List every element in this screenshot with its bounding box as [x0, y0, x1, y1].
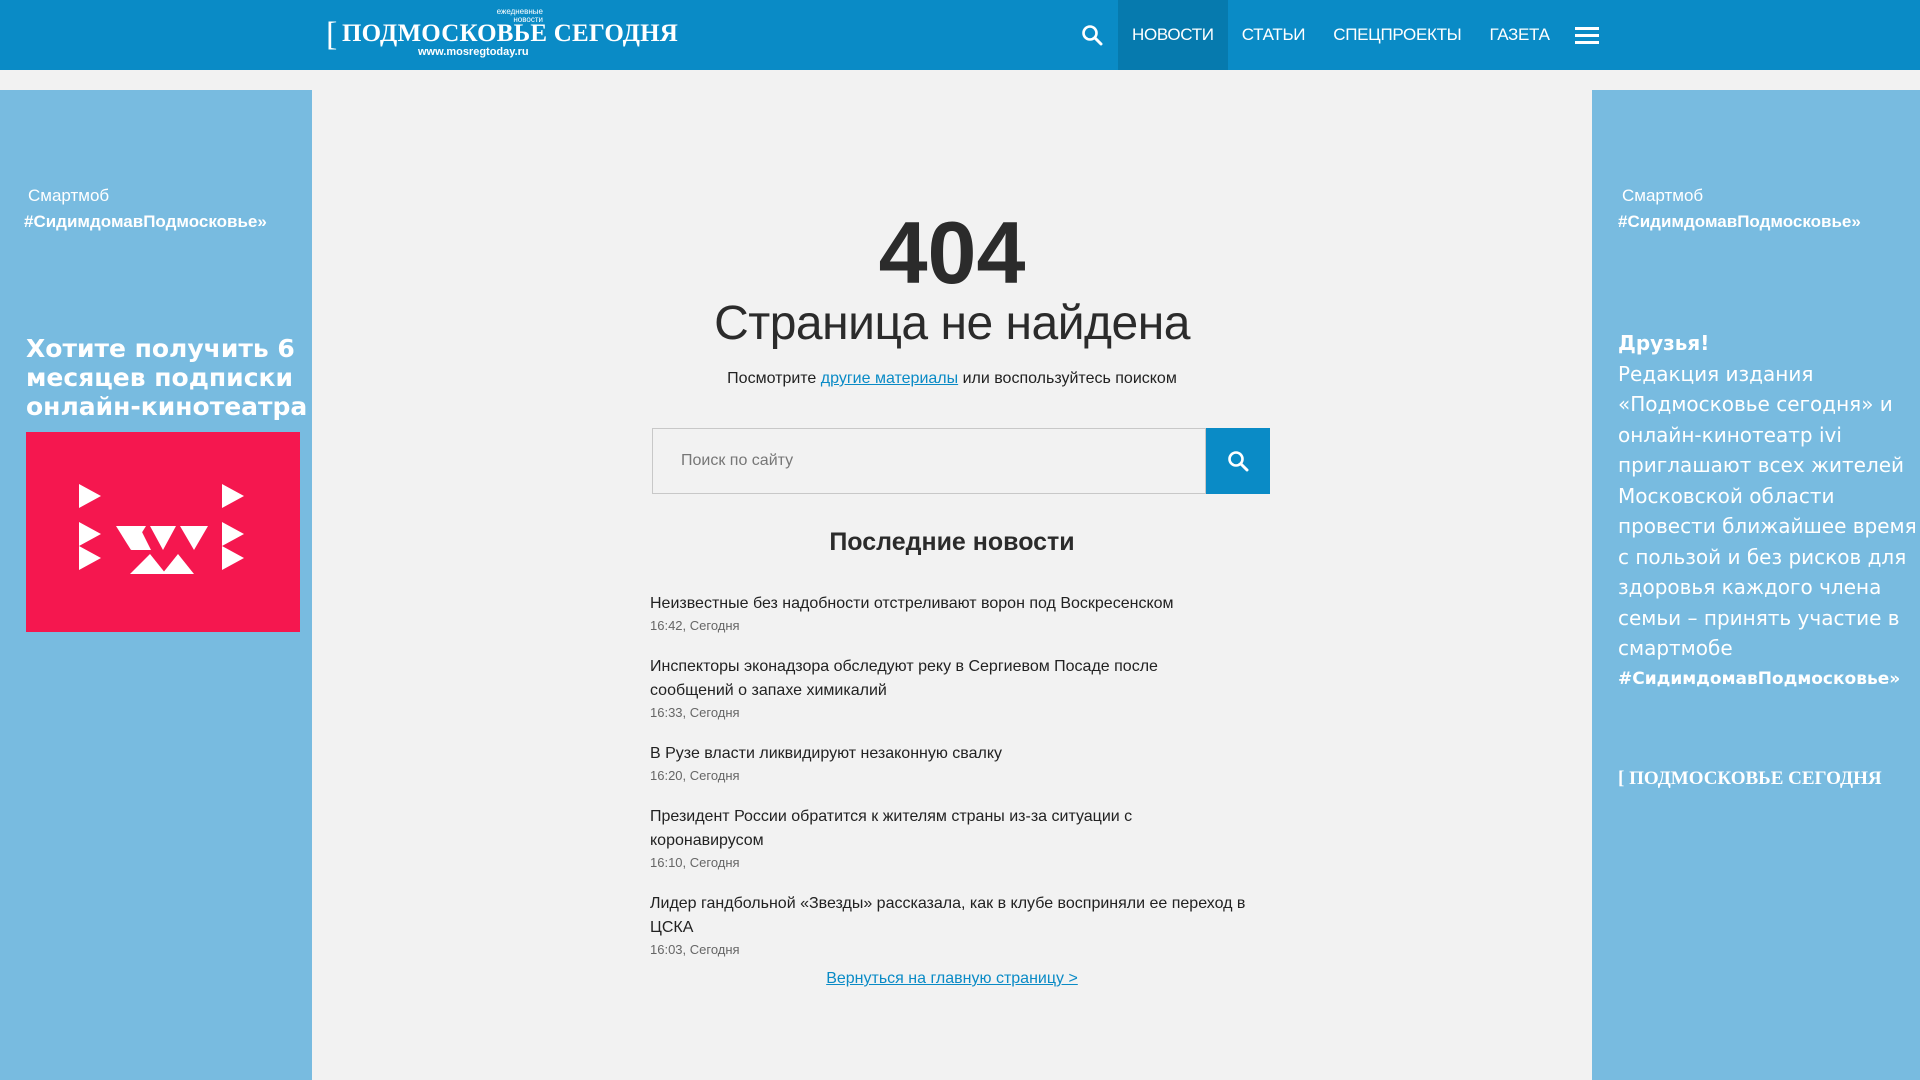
logo-url: www.mosregtoday.ru	[418, 46, 529, 58]
news-item-title[interactable]: Лидер гандбольной «Звезды» рассказала, к…	[650, 892, 1250, 940]
header-search-button[interactable]	[1066, 0, 1118, 70]
news-item-meta: 16:20, Сегодня	[650, 768, 740, 783]
ivi-logo	[26, 432, 300, 632]
site-search-form	[652, 428, 1270, 494]
latest-news-heading: Последние новости	[829, 528, 1075, 556]
news-item: Президент России обратится к жителям стр…	[650, 805, 1270, 870]
right-banner-hashtag: #СидимдомавПодмосковье»	[1618, 212, 1861, 231]
latest-news-list: Неизвестные без надобности отстреливают …	[650, 592, 1270, 979]
other-materials-link[interactable]: другие материалы	[821, 370, 958, 387]
nav-item-news[interactable]: НОВОСТИ	[1118, 0, 1228, 70]
news-item: В Рузе власти ликвидируют незаконную сва…	[650, 742, 1270, 783]
left-banner-smartmob: Смартмоб	[28, 186, 110, 205]
right-banner-brand: [ ПОДМОСКОВЬЕ СЕГОДНЯ	[1618, 768, 1882, 789]
error-code: 404	[878, 203, 1026, 302]
hamburger-menu-icon[interactable]	[1564, 0, 1610, 70]
right-banner-hashtag2: #СидимдомавПодмосковье»	[1618, 668, 1901, 689]
news-item-title[interactable]: В Рузе власти ликвидируют незаконную сва…	[650, 742, 1210, 766]
right-banner-greeting: Друзья!	[1618, 331, 1710, 355]
news-item-meta: 16:03, Сегодня	[650, 942, 740, 957]
site-header: [ ПОДМОСКОВЬЕ СЕГОДНЯ ежедневные новости…	[0, 0, 1920, 70]
news-item-title[interactable]: Неизвестные без надобности отстреливают …	[650, 592, 1250, 616]
news-item-meta: 16:33, Сегодня	[650, 705, 740, 720]
right-banner-smartmob: Смартмоб	[1622, 186, 1704, 205]
news-item: Неизвестные без надобности отстреливают …	[650, 592, 1270, 633]
error-hint-before: Посмотрите	[727, 370, 821, 387]
news-item-title[interactable]: Президент России обратится к жителям стр…	[650, 805, 1250, 853]
news-item-meta: 16:42, Сегодня	[650, 618, 740, 633]
left-ad-banner[interactable]: Смартмоб #СидимдомавПодмосковье» Хотите …	[0, 90, 312, 1080]
logo-bracket: [	[326, 16, 338, 53]
logo-title: ПОДМОСКОВЬЕ СЕГОДНЯ	[342, 20, 679, 47]
right-ad-banner[interactable]: Смартмоб #СидимдомавПодмосковье» Друзья!…	[1592, 90, 1920, 1080]
news-item: Инспекторы эконадзора обследуют реку в С…	[650, 655, 1270, 720]
left-banner-hashtag: #СидимдомавПодмосковье»	[24, 212, 267, 231]
back-home: Вернуться на главную страницу >	[312, 970, 1592, 988]
news-item-meta: 16:10, Сегодня	[650, 855, 740, 870]
site-search-submit-button[interactable]	[1206, 428, 1270, 494]
logo-tagline: ежедневные новости	[496, 7, 543, 24]
nav-item-articles[interactable]: СТАТЬИ	[1228, 0, 1320, 70]
main-content: 404 Страница не найдена Посмотрите други…	[312, 90, 1592, 1080]
site-logo[interactable]: [ ПОДМОСКОВЬЕ СЕГОДНЯ ежедневные новости…	[326, 7, 678, 62]
news-item-title[interactable]: Инспекторы эконадзора обследуют реку в С…	[650, 655, 1210, 703]
nav-item-newspaper[interactable]: ГАЗЕТА	[1475, 0, 1563, 70]
news-item: Лидер гандбольной «Звезды» рассказала, к…	[650, 892, 1270, 957]
error-hint: Посмотрите другие материалы или воспольз…	[312, 370, 1592, 388]
left-banner-promo: Хотите получить 6 месяцев подписки онлай…	[26, 334, 308, 421]
site-search-input[interactable]	[652, 428, 1207, 494]
error-title: Страница не найдена	[714, 297, 1190, 350]
back-home-link[interactable]: Вернуться на главную страницу >	[826, 970, 1078, 987]
ivi-logo-icon	[79, 484, 244, 574]
right-banner-body: Редакция издания «Подмосковье сегодня» и…	[1618, 361, 1917, 661]
search-icon	[1082, 25, 1103, 46]
nav-item-specprojects[interactable]: СПЕЦПРОЕКТЫ	[1319, 0, 1475, 70]
error-hint-after: или воспользуйтесь поиском	[958, 370, 1177, 387]
search-icon	[1228, 451, 1249, 472]
main-nav: НОВОСТИ СТАТЬИ СПЕЦПРОЕКТЫ ГАЗЕТА	[1066, 0, 1610, 70]
right-banner-text: Друзья! Редакция издания «Подмосковье се…	[1618, 328, 1918, 694]
